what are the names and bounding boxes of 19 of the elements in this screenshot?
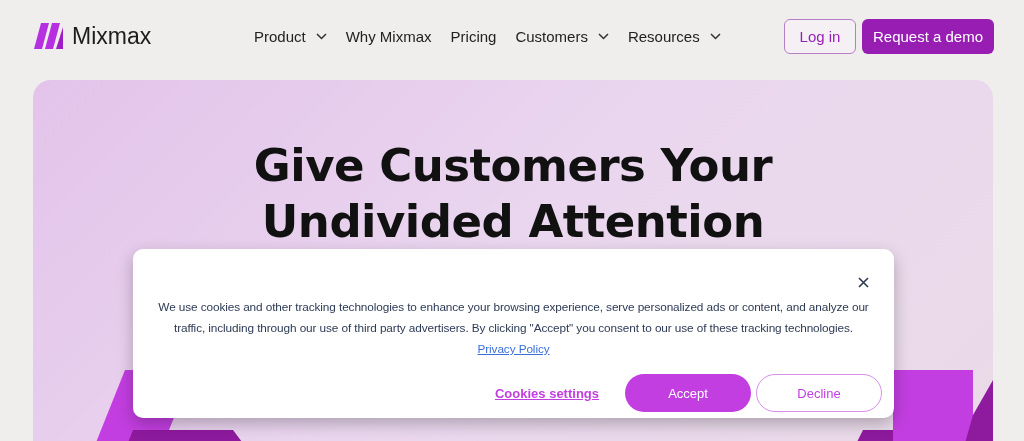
nav-link[interactable]: Customers	[515, 27, 609, 45]
nav-link[interactable]: Why Mixmax	[345, 27, 432, 45]
login-button[interactable]: Log in	[784, 18, 856, 54]
close-icon[interactable]	[858, 277, 869, 288]
logo-icon	[32, 23, 66, 49]
chevron-down-icon	[597, 32, 609, 40]
chevron-down-icon	[709, 32, 721, 40]
nav-link[interactable]: Product	[254, 27, 327, 45]
nav-link[interactable]: Pricing	[450, 27, 497, 45]
accept-button[interactable]: Accept	[625, 374, 751, 412]
nav-link[interactable]: Resources	[627, 27, 721, 45]
chevron-down-icon	[315, 32, 327, 40]
decline-button[interactable]: Decline	[756, 374, 882, 412]
request-demo-button[interactable]: Request a demo	[862, 18, 994, 54]
cookies-settings-link[interactable]: Cookies settings	[494, 385, 599, 401]
cookie-notice-text: We use cookies and other tracking technologies to enhance your browsing experience, serve personalized ads or content, and analyze our traffic, including through our use of third party advertisers. By clicking "Accept" you consent to our use of these tracking technologies. Privacy Policy	[157, 299, 870, 358]
privacy-policy-link[interactable]: Privacy Policy	[477, 342, 550, 356]
hero-headline: Give Customers Your Undivided Attention	[252, 138, 774, 250]
logo-text: Mixmax	[72, 22, 152, 50]
